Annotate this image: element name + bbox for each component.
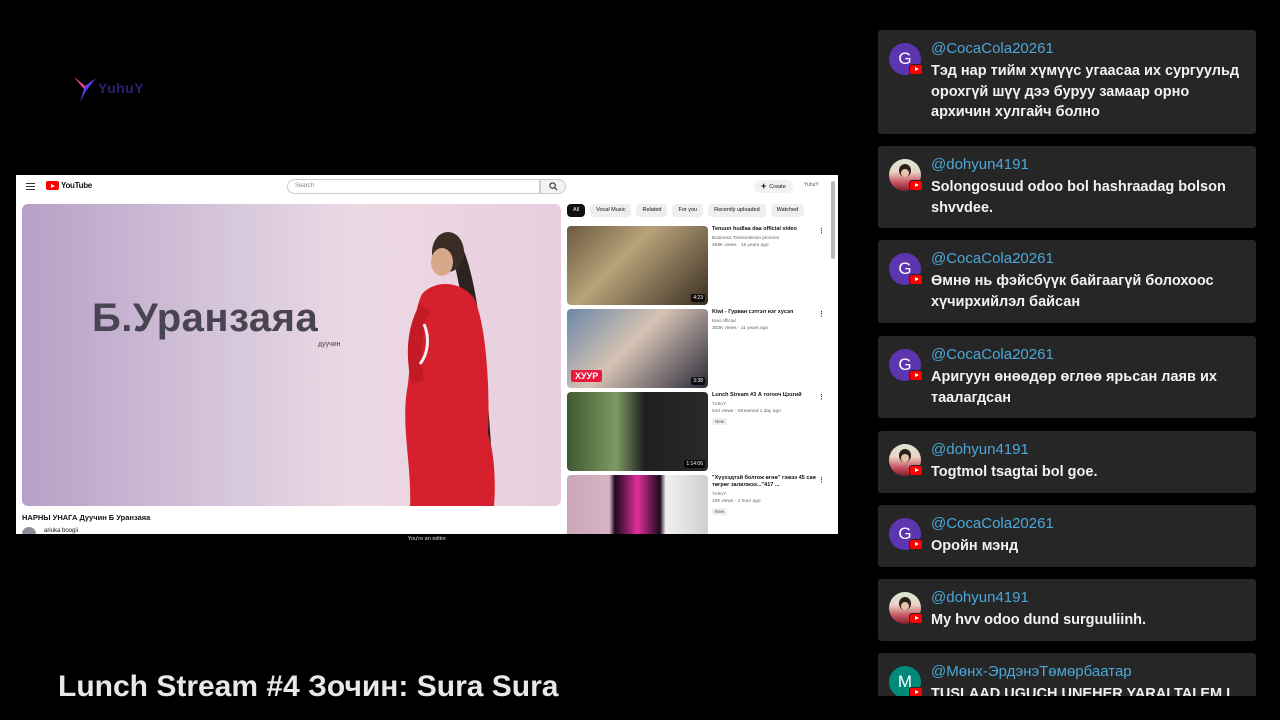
youtube-icon <box>909 539 923 550</box>
recommendation-title[interactable]: Kiwi - Гурван сэтгэл нэг хусэл <box>712 309 820 316</box>
chat-message: G @CocaCola20261 Өмнө нь фэйсбүүк байгаа… <box>878 240 1256 323</box>
duration-badge: 3:38 <box>691 377 705 385</box>
chip-all[interactable]: All <box>567 204 586 217</box>
channel-logo: YuhuY <box>72 74 162 104</box>
chat-username: @dohyun4191 <box>931 589 1029 606</box>
plus-icon: + <box>761 181 767 191</box>
chat-message: M @Мөнх-ЭрдэнэТөмөрбаатар TUSLAAD UGUCH … <box>878 653 1256 696</box>
create-label: Create <box>769 184 786 190</box>
thumbnail-brand: ХУУР <box>571 370 603 382</box>
more-options-icon[interactable]: ⋮ <box>818 310 825 318</box>
editor-notice: You're an editor <box>407 536 447 542</box>
chat-text: Оройн мэнд <box>931 538 1019 554</box>
stream-title: Lunch Stream #4 Зочин: Sura Sura <box>58 670 559 703</box>
chat-username: @CocaCola20261 <box>931 250 1054 267</box>
youtube-icon <box>909 687 923 696</box>
live-chat: G @CocaCola20261 Тэд нар тийм хүмүүс уга… <box>878 30 1256 696</box>
youtube-topbar: YouTube Search + Create YuhuY <box>16 175 838 199</box>
search-icon <box>549 182 558 191</box>
recommendation-title[interactable]: Tenuun hudlaa daa official video <box>712 226 820 233</box>
chat-message: @dohyun4191 Togtmol tsagtai bol goe. <box>878 431 1256 493</box>
chat-text: TUSLAAD UGUCH UNEHER YARALTAI EM L <box>931 686 1235 696</box>
chat-message: G @CocaCola20261 Тэд нар тийм хүмүүс уга… <box>878 30 1256 134</box>
recommendation-meta: 544 views · Streamed 1 day ago <box>712 409 781 414</box>
chip-watched[interactable]: Watched <box>770 204 805 217</box>
video-title: НАРНЫ УНАГА Дуучин Б Уранзаяа <box>22 513 151 522</box>
browser-capture: YouTube Search + Create YuhuY Б.Уранзаяа … <box>16 175 838 546</box>
recommendation-channel[interactable]: YuhuY <box>712 401 820 408</box>
chip-vocal-music[interactable]: Vocal Music <box>590 204 632 217</box>
youtube-icon <box>909 64 923 75</box>
chip-for-you[interactable]: For you <box>672 204 704 217</box>
chat-username: @dohyun4191 <box>931 156 1029 173</box>
youtube-brand: YouTube <box>61 181 92 190</box>
scrollbar[interactable] <box>831 181 835 259</box>
logo-text: YuhuY <box>98 80 145 96</box>
search-input[interactable]: Search <box>287 179 540 194</box>
chat-username: @CocaCola20261 <box>931 346 1054 363</box>
youtube-icon <box>909 370 923 381</box>
video-art-subtitle: дуучин <box>318 341 341 348</box>
singer-figure <box>405 232 495 506</box>
chip-related[interactable]: Related <box>636 204 668 217</box>
more-options-icon[interactable]: ⋮ <box>818 393 825 401</box>
editor-notice-bar: You're an editor <box>16 534 838 546</box>
chat-message: @dohyun4191 My hvv odoo dund surguuliinh… <box>878 579 1256 641</box>
chat-text: Аригуун өнөөдөр өглөө ярьсан лаяв их таа… <box>931 369 1217 406</box>
menu-icon[interactable] <box>26 183 35 190</box>
more-options-icon[interactable]: ⋮ <box>818 476 825 484</box>
chat-message: @dohyun4191 Solongosuud odoo bol hashraa… <box>878 146 1256 228</box>
recommendation-thumbnail[interactable]: 4:23 <box>567 226 708 305</box>
chat-text: Togtmol tsagtai bol goe. <box>931 464 1098 480</box>
recommendation-item[interactable]: ХУУР 3:38 Kiwi - Гурван сэтгэл нэг хусэл… <box>567 309 829 389</box>
filter-chips: All Vocal Music Related For you Recently… <box>567 204 805 217</box>
chip-recently-uploaded[interactable]: Recently uploaded <box>708 204 766 217</box>
chat-username: @CocaCola20261 <box>931 40 1054 57</box>
create-button[interactable]: + Create <box>754 180 793 193</box>
youtube-play-icon <box>46 181 59 190</box>
recommendation-channel[interactable]: Business Transmission pictures <box>712 235 820 242</box>
chat-username: @Мөнх-ЭрдэнэТөмөрбаатар <box>931 663 1132 680</box>
chat-username: @CocaCola20261 <box>931 515 1054 532</box>
recommendation-thumbnail[interactable]: 1:14:06 <box>567 392 708 471</box>
chat-text: Solongosuud odoo bol hashraadag bolson s… <box>931 179 1226 216</box>
recommendation-meta: 303K views · 11 years ago <box>712 326 769 331</box>
recommendation-channel[interactable]: YuhuY <box>712 491 820 498</box>
youtube-icon <box>909 274 923 285</box>
search-button[interactable] <box>540 179 566 194</box>
youtube-icon <box>909 465 923 476</box>
recommendation-meta: 459K views · 15 years ago <box>712 243 769 248</box>
recommendation-thumbnail[interactable]: ХУУР 3:38 <box>567 309 708 388</box>
video-player[interactable]: Б.Уранзаяа дуучин <box>22 204 561 506</box>
more-options-icon[interactable]: ⋮ <box>818 227 825 235</box>
video-art-title: Б.Уранзаяа <box>92 296 319 340</box>
new-badge: New <box>712 418 728 425</box>
chat-text: My hvv odoo dund surguuliinh. <box>931 612 1147 628</box>
duration-badge: 1:14:06 <box>684 460 705 468</box>
chat-message: G @CocaCola20261 Оройн мэнд <box>878 505 1256 567</box>
recommendation-title[interactable]: Lunch Stream #3 А тогооч Цэзгий <box>712 392 820 399</box>
chat-username: @dohyun4191 <box>931 441 1029 458</box>
youtube-logo[interactable]: YouTube <box>46 181 92 190</box>
duration-badge: 4:23 <box>691 294 705 302</box>
recommendation-meta: 195 views · 1 hour ago <box>712 499 761 504</box>
logo-mark-icon <box>74 77 96 102</box>
chat-message: G @CocaCola20261 Аригуун өнөөдөр өглөө я… <box>878 336 1256 418</box>
new-badge: New <box>712 508 728 515</box>
chat-text: Өмнө нь фэйсбүүк байгаагүй болохоос хүчи… <box>931 273 1214 310</box>
chat-text: Тэд нар тийм хүмүүс угаасаа их сургуульд… <box>931 63 1240 120</box>
recommendation-item[interactable]: 4:23 Tenuun hudlaa daa official video Bu… <box>567 226 829 306</box>
youtube-icon <box>909 180 923 191</box>
recommendation-item[interactable]: 1:14:06 Lunch Stream #3 А тогооч Цэзгий … <box>567 392 829 472</box>
account-avatar[interactable]: YuhuY <box>804 182 819 188</box>
recommendation-title[interactable]: "Хүүхэдтэй болгож өгнө" гэжээ 45 сая төг… <box>712 475 820 489</box>
recommendation-channel[interactable]: Kiwi official <box>712 318 820 325</box>
youtube-icon <box>909 613 923 624</box>
